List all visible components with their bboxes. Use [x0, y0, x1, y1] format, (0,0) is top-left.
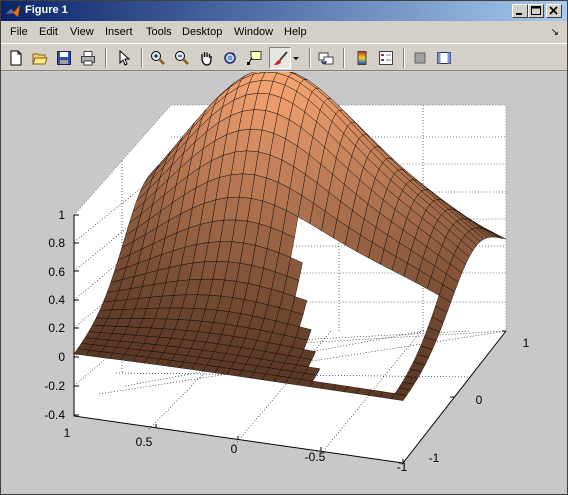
menu-window[interactable]: Window [234, 26, 273, 38]
x-tick-label: 0.5 [136, 435, 153, 449]
print-figure-icon [81, 51, 95, 66]
z-tick-label: 0.2 [48, 321, 65, 335]
brush-icon [274, 51, 288, 65]
maximize-icon [531, 6, 541, 15]
link-plot-icon [318, 52, 334, 65]
insert-colorbar-button[interactable] [351, 47, 373, 69]
menu-file[interactable]: File [10, 26, 28, 38]
figure-canvas[interactable]: 1 0.8 0.6 0.4 0.2 0 -0.2 -0.4 1 0.5 0 -0… [1, 67, 567, 494]
z-tick-label: 0.4 [48, 293, 65, 307]
y-tick-label: -1 [429, 451, 440, 465]
print-figure-button[interactable] [77, 47, 99, 69]
menu-edit[interactable]: Edit [39, 26, 58, 38]
toolbar-separator [309, 48, 311, 68]
open-file-button[interactable] [29, 47, 51, 69]
rotate-3d-icon [224, 52, 236, 64]
pan-hand-icon [201, 52, 212, 66]
edit-plot-arrow-icon [119, 50, 131, 66]
brush-button[interactable] [269, 47, 291, 69]
z-tick-label: 0.6 [48, 265, 65, 279]
dock-arrow-icon[interactable]: ↘ [551, 27, 559, 38]
z-tick-label: -0.2 [44, 379, 65, 393]
x-tick-label: 0 [231, 442, 238, 456]
hide-plot-tools-icon [414, 52, 426, 64]
zoom-in-icon [151, 51, 165, 65]
insert-legend-button[interactable] [375, 47, 397, 69]
y-tick-label: 0 [476, 393, 483, 407]
chevron-down-icon [293, 57, 299, 60]
menu-insert[interactable]: Insert [105, 26, 133, 38]
z-tick-label: 0 [58, 350, 65, 364]
figure-toolbar [1, 43, 567, 71]
data-cursor-icon [247, 51, 262, 65]
show-plot-tools-icon [437, 52, 451, 64]
menu-help[interactable]: Help [284, 26, 307, 38]
minimize-icon [516, 13, 522, 15]
link-plot-button[interactable] [315, 47, 337, 69]
hide-plot-tools-button[interactable] [409, 47, 431, 69]
zoom-in-button[interactable] [147, 47, 169, 69]
x-tick-label: -0.5 [305, 450, 326, 464]
toolbar-separator [141, 48, 143, 68]
x-tick-label: -1 [397, 460, 408, 474]
menu-view[interactable]: View [70, 26, 94, 38]
z-tick-label: 1 [58, 208, 65, 222]
toolbar-separator [343, 48, 345, 68]
menu-bar: File Edit View Insert Tools Desktop Wind… [1, 22, 567, 42]
title-bar[interactable]: Figure 1 [1, 1, 567, 21]
brush-dropdown-button[interactable] [291, 47, 303, 69]
minimize-button[interactable] [512, 4, 528, 18]
zoom-out-icon [175, 51, 189, 65]
data-cursor-button[interactable] [243, 47, 265, 69]
edit-plot-button[interactable] [113, 47, 135, 69]
y-tick-label: 1 [523, 336, 530, 350]
figure-window: Figure 1 File Edit View Insert Tools Des… [0, 0, 568, 495]
show-plot-tools-button[interactable] [433, 47, 455, 69]
save-figure-icon [57, 51, 71, 65]
matlab-logo-icon [5, 3, 21, 18]
maximize-button[interactable] [528, 4, 544, 18]
z-tick-label: 0.8 [48, 236, 65, 250]
window-title: Figure 1 [25, 4, 68, 16]
toolbar-separator [403, 48, 405, 68]
insert-colorbar-icon [357, 51, 367, 65]
pan-button[interactable] [195, 47, 217, 69]
surface-plot[interactable]: 1 0.8 0.6 0.4 0.2 0 -0.2 -0.4 1 0.5 0 -0… [1, 67, 567, 494]
new-figure-button[interactable] [5, 47, 27, 69]
menu-tools[interactable]: Tools [146, 26, 172, 38]
zoom-out-button[interactable] [171, 47, 193, 69]
toolbar-separator [105, 48, 107, 68]
z-tick-label: -0.4 [44, 408, 65, 422]
insert-legend-icon [379, 51, 393, 65]
close-button[interactable] [546, 4, 562, 18]
x-tick-label: 1 [64, 426, 71, 440]
close-icon [549, 6, 558, 15]
open-file-icon [32, 53, 48, 65]
new-figure-icon [10, 50, 22, 66]
save-figure-button[interactable] [53, 47, 75, 69]
menu-desktop[interactable]: Desktop [182, 26, 222, 38]
rotate-3d-button[interactable] [219, 47, 241, 69]
